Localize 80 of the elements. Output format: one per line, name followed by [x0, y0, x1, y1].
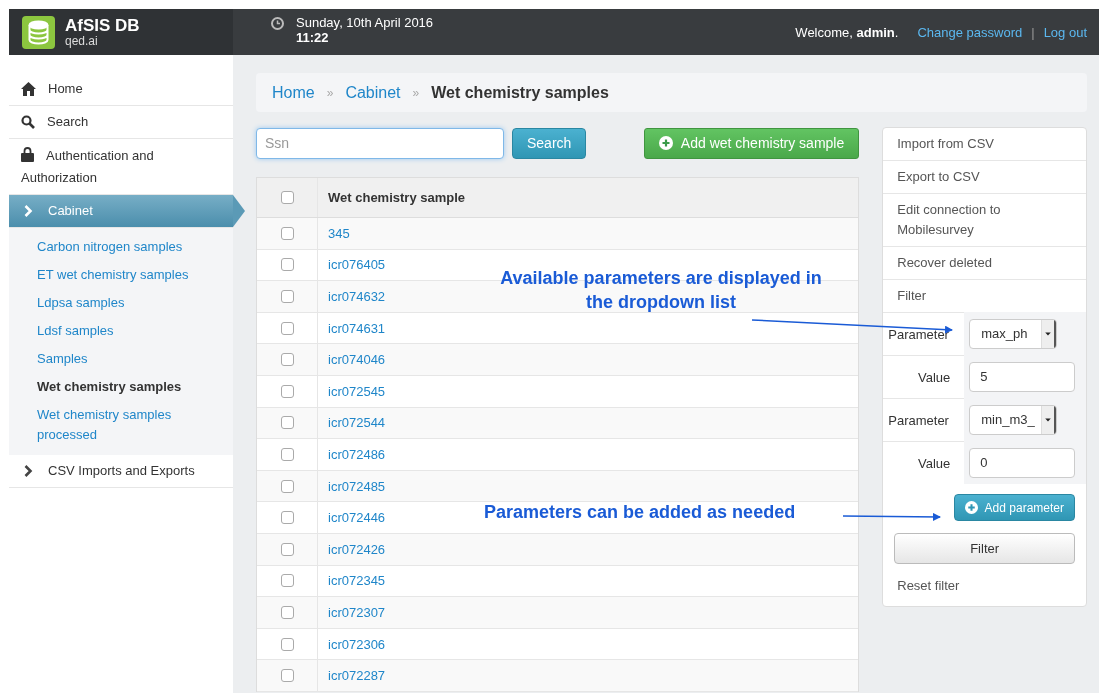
checkbox[interactable] [280, 226, 294, 240]
sample-link[interactable]: icr072426 [318, 541, 386, 557]
lock-icon [21, 147, 34, 162]
action-link[interactable]: Export to CSV [883, 161, 1086, 194]
change-password-link[interactable]: Change password [917, 24, 1023, 40]
column-header: Wet chemistry sample [327, 190, 466, 205]
submenu-link[interactable]: Carbon nitrogen samples [9, 233, 233, 261]
welcome-text: Welcome, admin. [795, 24, 899, 40]
database-logo-icon [22, 15, 55, 49]
checkbox[interactable] [280, 416, 294, 430]
time-text: 11:22 [296, 30, 330, 45]
chevron-icon [24, 465, 33, 477]
reset-filter-link[interactable]: Reset filter [883, 564, 1086, 606]
search-button[interactable]: Search [512, 127, 587, 159]
value-field[interactable]: 0 [969, 447, 1076, 478]
checkbox[interactable] [280, 542, 294, 556]
checkbox[interactable] [280, 384, 294, 398]
checkbox[interactable] [280, 479, 294, 493]
sample-link[interactable]: icr072307 [318, 604, 386, 620]
submenu-link[interactable]: Wet chemistry samples processed [9, 401, 233, 449]
caret-icon [1041, 319, 1057, 348]
plus-icon [964, 501, 978, 514]
add-parameter-button[interactable]: Add parameter [953, 494, 1075, 521]
sample-link[interactable]: icr072287 [318, 668, 386, 684]
checkbox[interactable] [280, 321, 294, 335]
sample-link[interactable]: icr072486 [318, 446, 386, 462]
sample-link[interactable]: icr074046 [318, 352, 386, 368]
app-subtitle: qed.ai [65, 35, 99, 47]
checkbox[interactable] [280, 637, 294, 651]
parameter-dropdown[interactable]: min_m3_ [969, 404, 1058, 435]
checkbox[interactable] [280, 669, 294, 683]
annotation-text: Available parameters are displayed in the dropdown list [499, 267, 823, 314]
submenu-link[interactable]: Samples [9, 345, 233, 373]
sample-link[interactable]: icr072446 [318, 510, 386, 526]
submenu-link[interactable]: Wet chemistry samples [9, 373, 233, 401]
clock-icon [271, 17, 284, 30]
submenu-link[interactable]: Ldsf samples [9, 317, 233, 345]
sample-link[interactable]: icr076405 [318, 257, 386, 273]
sample-link[interactable]: icr072345 [318, 573, 386, 589]
sample-link[interactable]: icr074631 [318, 320, 386, 336]
annotation-text: Parameters can be added as needed [484, 501, 796, 524]
checkbox[interactable] [280, 258, 294, 272]
date-text: Sunday, 10th April 2016 [296, 15, 434, 30]
checkbox[interactable] [280, 511, 294, 525]
checkbox[interactable] [280, 605, 294, 619]
breadcrumb-separator: » [412, 85, 420, 100]
search-icon [21, 115, 35, 129]
filter-title: Filter [896, 287, 928, 305]
sample-link[interactable]: icr072306 [318, 636, 386, 652]
app-title: AfSIS DB [65, 17, 140, 35]
add-sample-button[interactable]: Add wet chemistry sample [643, 127, 860, 159]
breadcrumb-link[interactable]: Cabinet [345, 83, 401, 102]
breadcrumb-separator: » [326, 85, 334, 100]
checkbox[interactable] [280, 353, 294, 367]
action-link[interactable]: Edit connection to Mobilesurvey [883, 194, 1086, 247]
caret-icon [1041, 405, 1057, 434]
submenu-link[interactable]: Ldpsa samples [9, 289, 233, 317]
sample-link[interactable]: icr072544 [318, 415, 386, 431]
parameter-dropdown[interactable]: max_ph [969, 318, 1058, 349]
sample-link[interactable]: icr072545 [318, 383, 386, 399]
checkbox[interactable] [280, 574, 294, 588]
sample-link[interactable]: 345 [318, 225, 350, 241]
breadcrumb-link[interactable]: Home [272, 83, 315, 102]
checkbox[interactable] [280, 191, 294, 204]
home-icon [21, 82, 36, 96]
search-field[interactable]: Ssn [256, 127, 504, 159]
checkbox[interactable] [280, 290, 294, 303]
chevron-icon [24, 205, 33, 217]
logout-link[interactable]: Log out [1043, 24, 1087, 40]
sample-link[interactable]: icr072485 [318, 478, 386, 494]
value-field[interactable]: 5 [969, 361, 1076, 392]
submenu-link[interactable]: ET wet chemistry samples [9, 261, 233, 289]
action-link[interactable]: Recover deleted [883, 247, 1086, 280]
sample-link[interactable]: icr074632 [318, 289, 386, 304]
filter-button[interactable]: Filter [894, 533, 1075, 564]
separator-text: | [1031, 24, 1035, 40]
checkbox[interactable] [280, 447, 294, 461]
action-link[interactable]: Import from CSV [883, 128, 1086, 161]
breadcrumb-current: Wet chemistry samples [431, 83, 609, 102]
plus-icon [658, 136, 673, 150]
